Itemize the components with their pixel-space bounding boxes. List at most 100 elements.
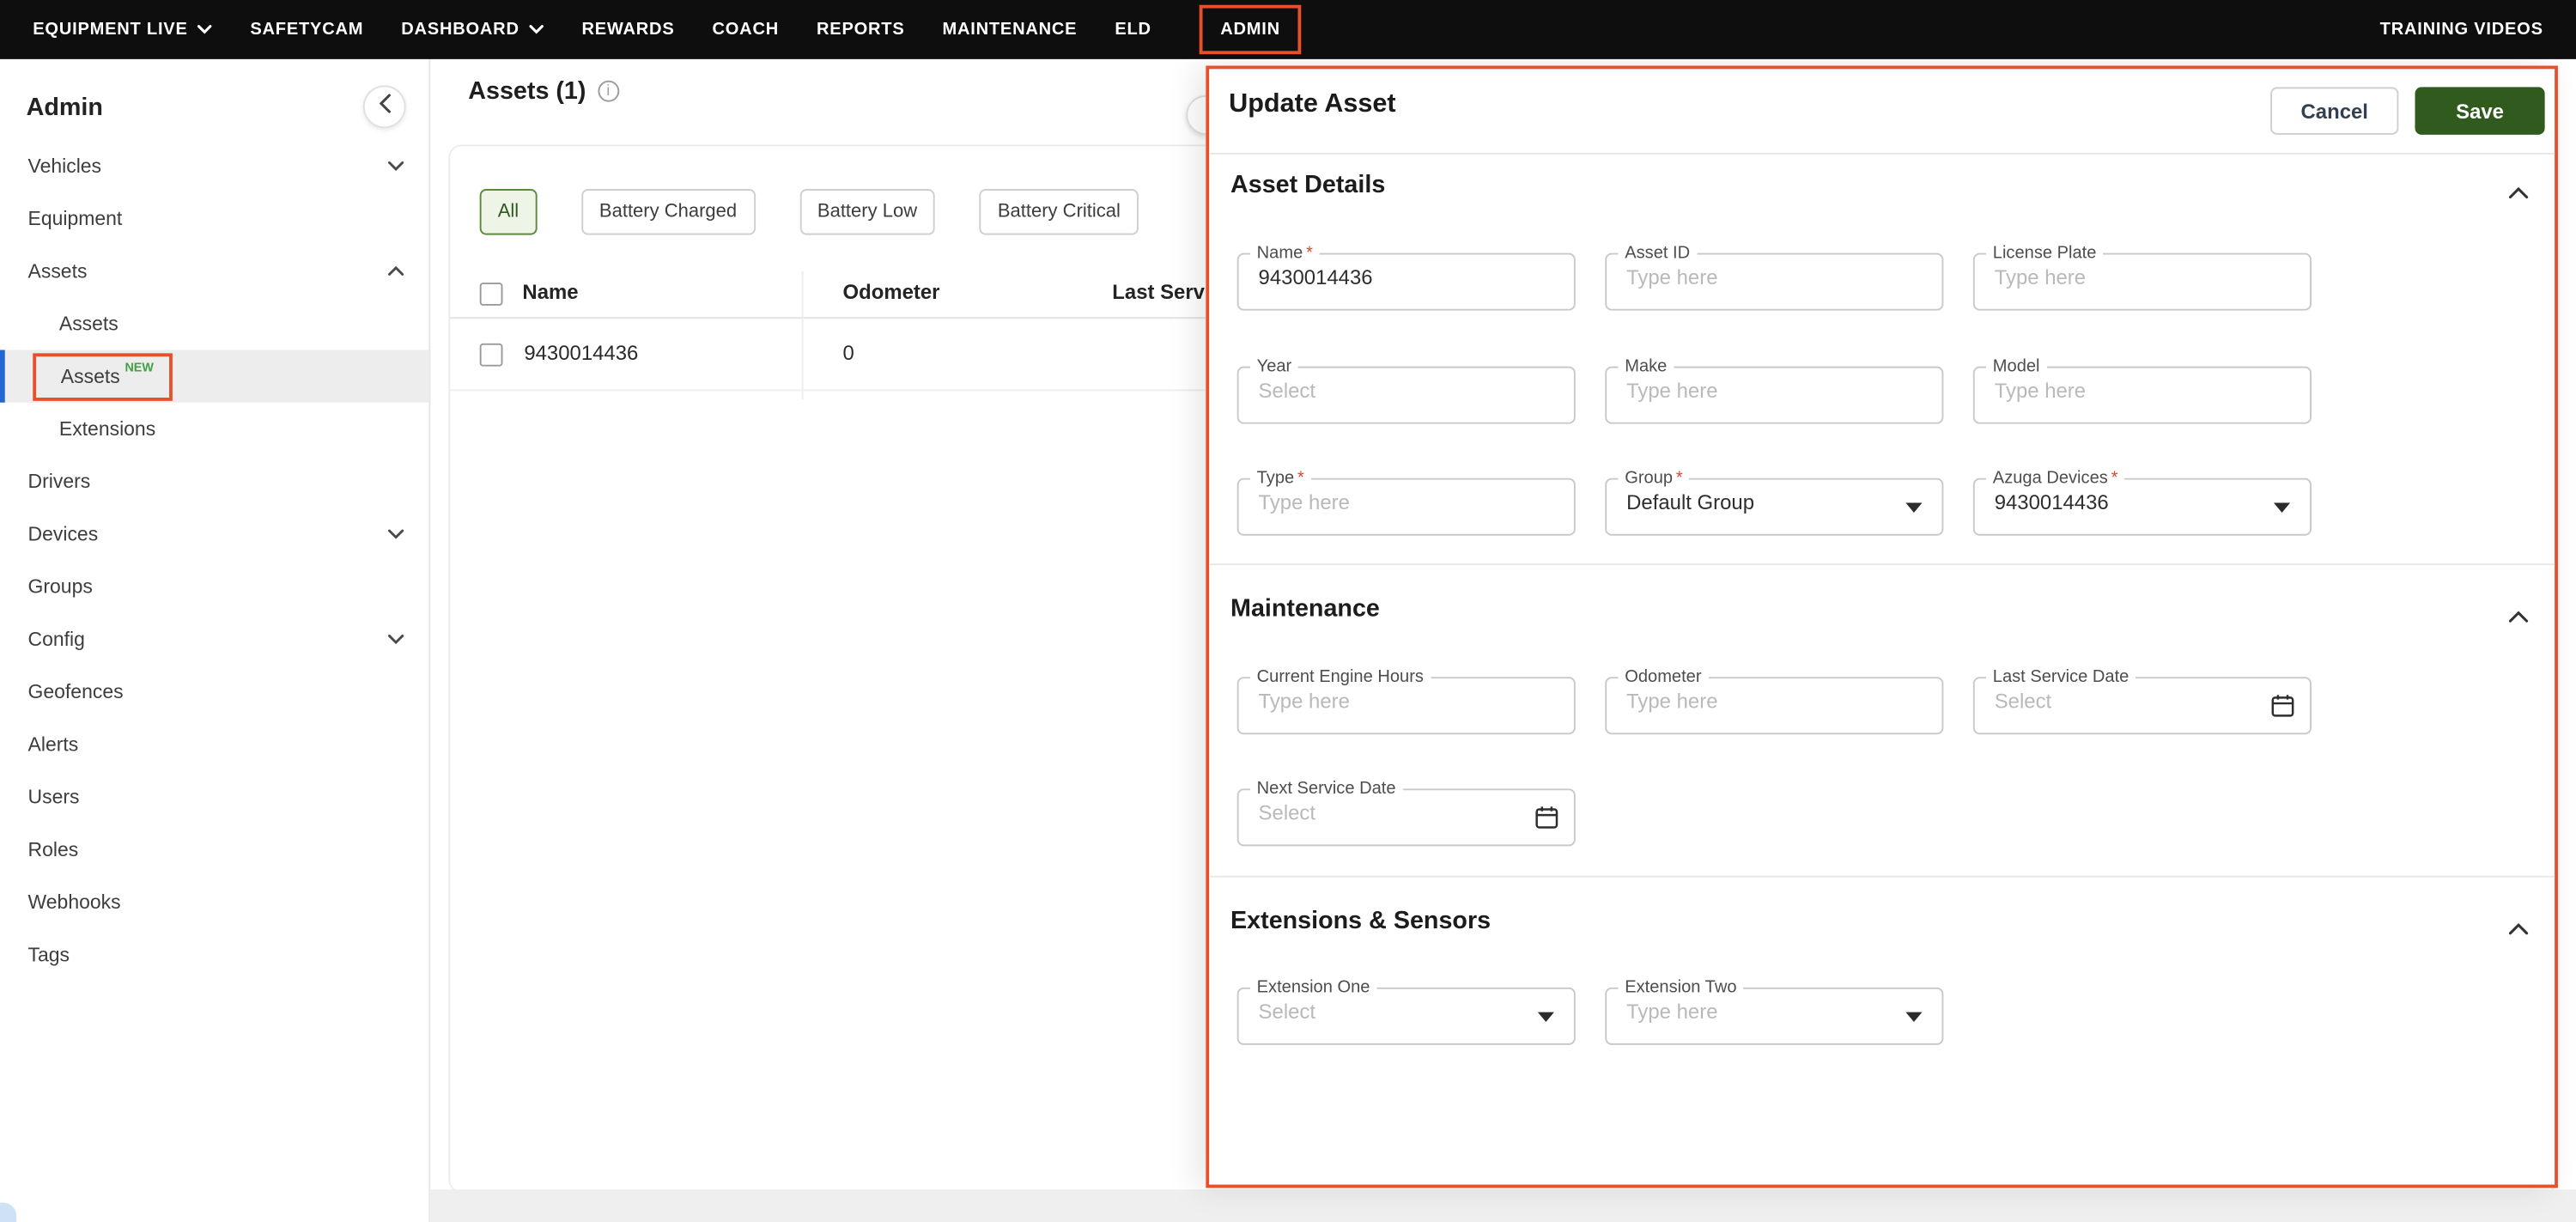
nav-reports[interactable]: REPORTS	[817, 20, 904, 40]
license-plate-input[interactable]	[1975, 262, 2310, 298]
divider	[1209, 153, 2555, 155]
nav-item-label: TRAINING VIDEOS	[2380, 20, 2543, 40]
name-input[interactable]	[1239, 262, 1574, 298]
nav-item-label: COACH	[713, 20, 779, 40]
field-azuga-devices[interactable]: Azuga Devices*	[1973, 470, 2312, 538]
sidebar-item-config[interactable]: Config	[0, 613, 428, 666]
nav-eld[interactable]: ELD	[1115, 20, 1151, 40]
required-asterisk: *	[2111, 468, 2118, 488]
select-all-checkbox[interactable]	[480, 283, 503, 306]
sidebar-collapse-button[interactable]	[363, 85, 406, 128]
nav-dashboard[interactable]: DASHBOARD	[401, 20, 544, 40]
field-extension-two[interactable]: Extension Two	[1605, 979, 1943, 1048]
sidebar-item-label: Config	[28, 628, 85, 651]
nav-safetycam[interactable]: SAFETYCAM	[250, 20, 363, 40]
sidebar-item-webhooks[interactable]: Webhooks	[0, 876, 428, 928]
sidebar-item-label: Extensions	[59, 417, 155, 441]
sidebar-item-drivers[interactable]: Drivers	[0, 455, 428, 508]
sidebar-item-label: Vehicles	[28, 155, 102, 178]
calendar-icon[interactable]	[1534, 805, 1559, 837]
sidebar-item-extensions[interactable]: Extensions	[0, 403, 428, 455]
sidebar-item-label: Webhooks	[28, 891, 121, 914]
annotation-highlight-box: Assets NEW	[33, 352, 172, 399]
chip-label: Battery Low	[817, 202, 917, 222]
sidebar-item-tags[interactable]: Tags	[0, 928, 428, 981]
odometer-input[interactable]	[1607, 686, 1941, 722]
cancel-button[interactable]: Cancel	[2270, 87, 2398, 134]
field-label: Make	[1625, 356, 1667, 376]
sidebar-item-roles[interactable]: Roles	[0, 824, 428, 876]
sidebar-item-alerts[interactable]: Alerts	[0, 718, 428, 770]
chevron-up-icon	[388, 266, 404, 276]
nav-rewards[interactable]: REWARDS	[581, 20, 674, 40]
current-engine-hours-input[interactable]	[1239, 686, 1574, 722]
azuga-devices-select[interactable]	[1975, 487, 2310, 523]
field-label: Odometer	[1625, 667, 1701, 687]
info-icon[interactable]: i	[598, 81, 619, 102]
field-label: Extension Two	[1625, 977, 1736, 997]
required-asterisk: *	[1306, 243, 1313, 263]
sidebar-item-assets-new[interactable]: Assets NEW	[0, 350, 428, 403]
collapse-section-icon[interactable]	[2509, 914, 2529, 943]
field-group[interactable]: Group*	[1605, 470, 1943, 538]
sidebar-item-label: Assets	[59, 313, 118, 336]
sidebar-item-equipment[interactable]: Equipment	[0, 192, 428, 245]
calendar-icon[interactable]	[2270, 693, 2295, 726]
field-label: Name	[1257, 243, 1303, 263]
collapse-section-icon[interactable]	[2509, 601, 2529, 630]
field-label: Extension One	[1257, 977, 1370, 997]
row-checkbox[interactable]	[480, 343, 503, 367]
next-service-date-input[interactable]	[1239, 798, 1574, 834]
update-asset-drawer: Update Asset Cancel Save Asset Details N…	[1206, 66, 2558, 1189]
extension-two-select[interactable]	[1607, 996, 1941, 1032]
field-extension-one[interactable]: Extension One	[1237, 979, 1576, 1048]
sidebar-title: Admin	[27, 93, 103, 121]
field-last-service-date[interactable]: Last Service Date	[1973, 669, 2312, 738]
year-input[interactable]	[1239, 375, 1574, 411]
column-header-name[interactable]: Name	[522, 281, 578, 304]
sidebar-item-label: Tags	[28, 943, 70, 966]
column-header-odometer[interactable]: Odometer	[843, 281, 940, 304]
nav-admin[interactable]: ADMIN	[1199, 5, 1301, 54]
nav-training-videos[interactable]: TRAINING VIDEOS	[2380, 20, 2543, 40]
sidebar-item-geofences[interactable]: Geofences	[0, 666, 428, 718]
sidebar-item-devices[interactable]: Devices	[0, 508, 428, 560]
filter-chip-battery-charged[interactable]: Battery Charged	[581, 189, 755, 235]
model-input[interactable]	[1975, 375, 2310, 411]
battery-filter-chips: All Battery Charged Battery Low Battery …	[480, 189, 1139, 235]
save-button[interactable]: Save	[2415, 87, 2544, 134]
required-asterisk: *	[1676, 468, 1683, 488]
chip-label: All	[498, 202, 519, 222]
new-badge: NEW	[125, 359, 153, 374]
bottom-band	[430, 1189, 2576, 1222]
collapse-section-icon[interactable]	[2509, 178, 2529, 207]
sidebar-item-label: Equipment	[28, 207, 123, 230]
sidebar-item-assets[interactable]: Assets	[0, 245, 428, 297]
sidebar-item-vehicles[interactable]: Vehicles	[0, 140, 428, 192]
nav-maintenance[interactable]: MAINTENANCE	[942, 20, 1077, 40]
extension-one-select[interactable]	[1239, 996, 1574, 1032]
sidebar-header: Admin	[0, 59, 428, 128]
sidebar-menu: Vehicles Equipment Assets Assets Assets …	[0, 140, 428, 982]
nav-equipment-live[interactable]: EQUIPMENT LIVE	[33, 20, 212, 40]
field-next-service-date[interactable]: Next Service Date	[1237, 781, 1576, 849]
field-label: Last Service Date	[1993, 667, 2129, 687]
sidebar-item-assets-old[interactable]: Assets	[0, 297, 428, 350]
section-title-asset-details: Asset Details	[1230, 171, 1385, 199]
sidebar-item-groups[interactable]: Groups	[0, 560, 428, 612]
nav-coach[interactable]: COACH	[713, 20, 779, 40]
chevron-down-icon	[388, 161, 404, 170]
nav-item-label: ADMIN	[1220, 20, 1280, 40]
group-select[interactable]	[1607, 487, 1941, 523]
type-input[interactable]	[1239, 487, 1574, 523]
filter-chip-battery-critical[interactable]: Battery Critical	[980, 189, 1139, 235]
dropdown-caret-icon	[2274, 502, 2290, 512]
asset-id-input[interactable]	[1607, 262, 1941, 298]
sidebar-item-users[interactable]: Users	[0, 770, 428, 823]
field-label: Group	[1625, 468, 1673, 488]
last-service-date-input[interactable]	[1975, 686, 2310, 722]
field-label: Next Service Date	[1257, 779, 1396, 799]
make-input[interactable]	[1607, 375, 1941, 411]
filter-chip-all[interactable]: All	[480, 189, 538, 235]
filter-chip-battery-low[interactable]: Battery Low	[799, 189, 935, 235]
